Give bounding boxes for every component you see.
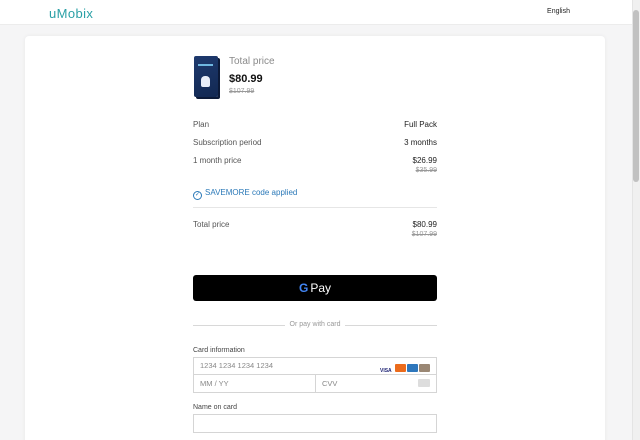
discover-icon [419, 364, 430, 372]
total-label: Total price [193, 220, 230, 229]
name-on-card-label: Name on card [193, 404, 237, 411]
checkout-card: Total price $80.99 $107.99 Plan Full Pac… [25, 36, 605, 440]
total-row: Total price $80.99 $107.99 [193, 220, 437, 238]
name-on-card-input[interactable] [193, 414, 437, 433]
summary-price: $80.99 [229, 73, 263, 85]
summary-title: Total price [229, 56, 275, 67]
cvv-input[interactable]: CVV [315, 374, 437, 393]
or-divider: Or pay with card [193, 320, 437, 330]
product-box-image [194, 56, 218, 97]
total-value: $80.99 [412, 220, 437, 229]
promo-applied: ✓ SAVEMORE code applied [193, 188, 297, 200]
google-pay-label: Pay [310, 281, 332, 295]
card-info-label: Card information [193, 347, 245, 354]
plan-row: Plan Full Pack [193, 120, 437, 129]
umobix-logo[interactable]: uMobix [49, 6, 93, 21]
card-number-placeholder: 1234 1234 1234 1234 [200, 361, 273, 370]
top-bar: uMobix English [0, 0, 632, 25]
expiry-input[interactable]: MM / YY [193, 374, 316, 393]
month-price-value: $26.99 [412, 156, 437, 165]
expiry-placeholder: MM / YY [200, 379, 229, 388]
divider [193, 207, 437, 208]
plan-value: Full Pack [404, 120, 437, 129]
scrollbar-thumb[interactable] [633, 10, 639, 182]
scrollbar[interactable] [632, 0, 640, 440]
month-price-row: 1 month price $26.99 $35.99 [193, 156, 437, 174]
period-row: Subscription period 3 months [193, 138, 437, 147]
card-number-input[interactable]: 1234 1234 1234 1234 VISA [193, 357, 437, 375]
google-pay-button[interactable]: G Pay [193, 275, 437, 301]
period-label: Subscription period [193, 138, 262, 147]
language-selector[interactable]: English [547, 8, 570, 15]
amex-icon [407, 364, 418, 372]
promo-text: SAVEMORE code applied [205, 188, 298, 197]
check-circle-icon: ✓ [193, 191, 202, 200]
google-g-icon: G [298, 281, 309, 295]
cvv-card-icon [418, 379, 430, 387]
month-price-old: $35.99 [415, 167, 437, 174]
summary-old-price: $107.99 [229, 88, 255, 95]
cvv-placeholder: CVV [322, 379, 338, 388]
total-old: $107.99 [411, 231, 437, 238]
mastercard-icon [395, 364, 406, 372]
month-price-label: 1 month price [193, 156, 242, 165]
plan-label: Plan [193, 120, 210, 129]
period-value: 3 months [404, 138, 437, 147]
